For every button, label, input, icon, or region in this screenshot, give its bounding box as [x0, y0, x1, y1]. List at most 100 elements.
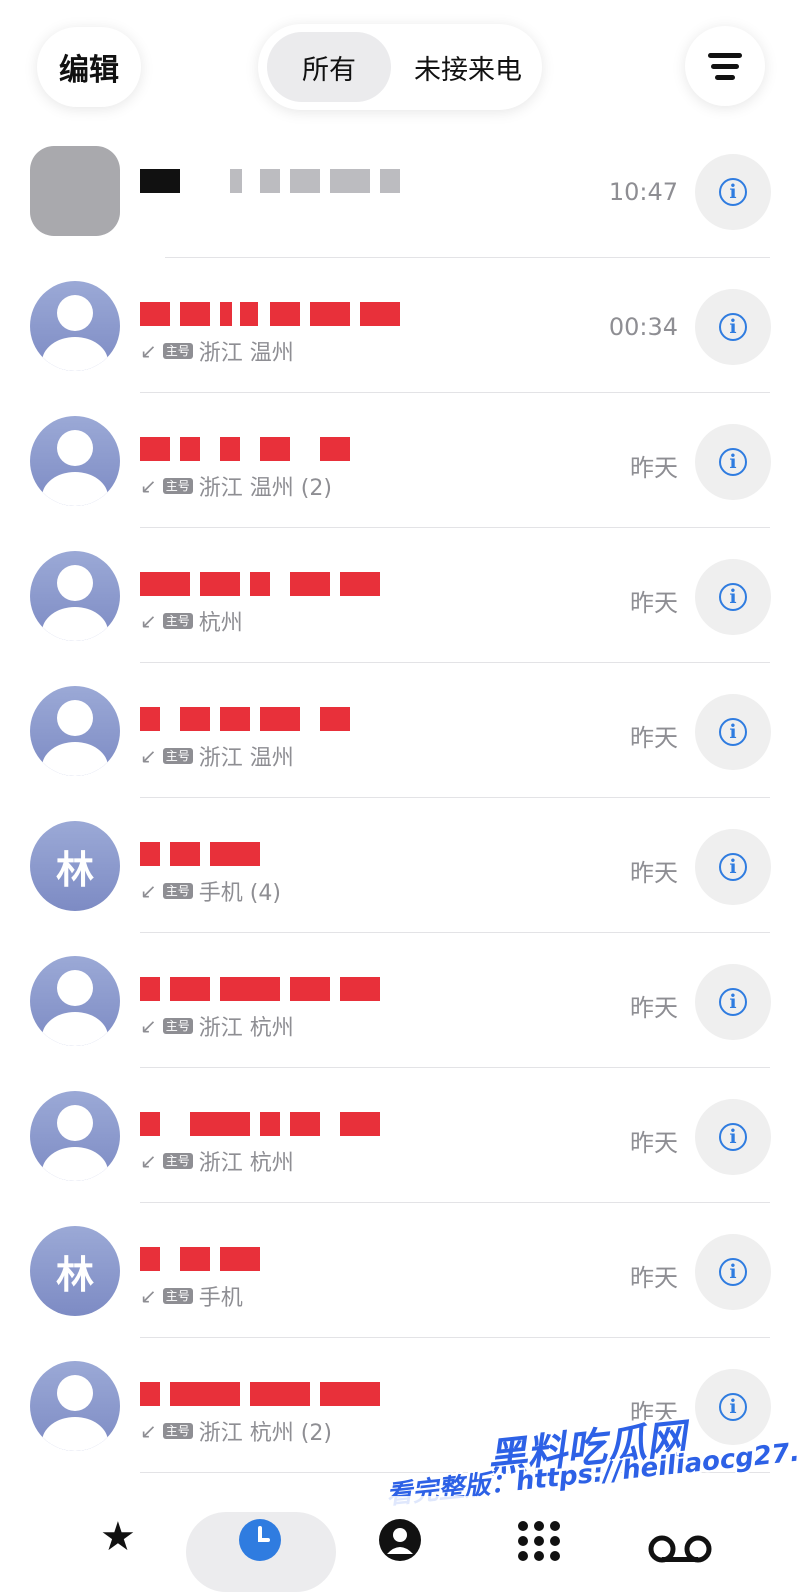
tab-contacts[interactable] [378, 1518, 422, 1572]
caller-name-redacted [140, 166, 400, 196]
filter-icon-line [715, 74, 735, 80]
call-detail: ↙ 主号 浙江 温州 (2) [140, 470, 332, 502]
info-button[interactable]: i [695, 289, 771, 365]
avatar-head-shape [57, 295, 93, 331]
call-location: 手机 [198, 1286, 243, 1311]
row-divider [140, 1202, 770, 1203]
call-location: 手机 (4) [198, 881, 281, 906]
avatar-body-shape [42, 607, 108, 641]
call-row[interactable]: ↙ 主号 浙江 温州 (2) 昨天 i [0, 394, 800, 528]
info-button[interactable]: i [695, 154, 771, 230]
info-button[interactable]: i [695, 424, 771, 500]
incoming-call-icon: ↙ [140, 474, 157, 498]
avatar-initial: 林 [55, 1252, 94, 1297]
call-time: 昨天 [630, 724, 678, 752]
incoming-call-icon: ↙ [140, 609, 157, 633]
call-time: 昨天 [630, 1129, 678, 1157]
info-button[interactable]: i [695, 1234, 771, 1310]
avatar [30, 416, 120, 506]
avatar-body-shape [42, 1012, 108, 1046]
call-row[interactable]: 10:47 i [0, 124, 800, 258]
info-button[interactable]: i [695, 1099, 771, 1175]
incoming-call-icon: ↙ [140, 879, 157, 903]
info-icon: i [719, 448, 747, 476]
incoming-call-icon: ↙ [140, 744, 157, 768]
call-row[interactable]: ↙ 主号 杭州 昨天 i [0, 529, 800, 663]
row-divider [140, 797, 770, 798]
call-time: 00:34 [608, 313, 678, 341]
info-button[interactable]: i [695, 964, 771, 1040]
caller-name-redacted [140, 704, 400, 734]
info-button[interactable]: i [695, 559, 771, 635]
sim-badge: 主号 [162, 478, 193, 494]
info-icon: i [719, 988, 747, 1016]
avatar-head-shape [57, 970, 93, 1006]
info-button[interactable]: i [695, 829, 771, 905]
info-icon: i [719, 178, 747, 206]
row-divider [165, 257, 770, 258]
row-divider [140, 1337, 770, 1338]
info-button[interactable]: i [695, 694, 771, 770]
call-time: 昨天 [630, 589, 678, 617]
row-divider [140, 1067, 770, 1068]
avatar-head-shape [57, 565, 93, 601]
avatar [30, 1091, 120, 1181]
call-location: 浙江 杭州 [198, 1016, 294, 1041]
avatar-body-shape [42, 1147, 108, 1181]
incoming-call-icon: ↙ [140, 1149, 157, 1173]
caller-name-redacted [140, 1379, 400, 1409]
call-detail: ↙ 主号 杭州 [140, 605, 243, 637]
tab-voicemail[interactable] [648, 1528, 712, 1574]
call-row[interactable]: ↙ 主号 浙江 温州 00:34 i [0, 259, 800, 393]
call-row[interactable]: ↙ 主号 浙江 杭州 昨天 i [0, 934, 800, 1068]
incoming-call-icon: ↙ [140, 1014, 157, 1038]
call-time: 昨天 [630, 454, 678, 482]
filter-icon [708, 52, 742, 58]
tab-recents[interactable] [238, 1518, 282, 1572]
info-icon: i [719, 718, 747, 746]
sim-badge: 主号 [162, 1288, 193, 1304]
call-location: 浙江 温州 (2) [198, 476, 332, 501]
avatar: 林 [30, 821, 120, 911]
info-button[interactable]: i [695, 1369, 771, 1445]
info-icon: i [719, 583, 747, 611]
info-icon: i [719, 313, 747, 341]
keypad-icon [518, 1521, 560, 1561]
row-divider [140, 662, 770, 663]
call-detail: ↙ 主号 浙江 杭州 [140, 1010, 294, 1042]
incoming-call-icon: ↙ [140, 1419, 157, 1443]
edit-button[interactable]: 编辑 [37, 27, 141, 107]
tab-bar: ★ [0, 1496, 800, 1592]
avatar-initial: 林 [55, 847, 94, 892]
sim-badge: 主号 [162, 883, 193, 899]
filter-icon-line [711, 63, 739, 69]
call-location: 浙江 杭州 (2) [198, 1421, 332, 1446]
sim-badge: 主号 [162, 1153, 193, 1169]
row-divider [140, 527, 770, 528]
caller-name-redacted [140, 569, 400, 599]
call-location: 浙江 温州 [198, 746, 294, 771]
call-row[interactable]: 林 ↙ 主号 手机 昨天 i [0, 1204, 800, 1338]
star-icon: ★ [100, 1514, 136, 1560]
avatar [30, 686, 120, 776]
incoming-call-icon: ↙ [140, 1284, 157, 1308]
avatar-body-shape [42, 742, 108, 776]
call-detail: ↙ 主号 浙江 杭州 [140, 1145, 294, 1177]
call-row[interactable]: ↙ 主号 浙江 杭州 昨天 i [0, 1069, 800, 1203]
call-time: 昨天 [630, 859, 678, 887]
call-row[interactable]: 林 ↙ 主号 手机 (4) 昨天 i [0, 799, 800, 933]
call-row[interactable]: ↙ 主号 浙江 温州 昨天 i [0, 664, 800, 798]
avatar [30, 956, 120, 1046]
call-location: 杭州 [198, 611, 243, 636]
call-time: 昨天 [630, 994, 678, 1022]
sim-badge: 主号 [162, 343, 193, 359]
segment-missed[interactable]: 未接来电 [400, 32, 536, 102]
header: 编辑 所有 未接来电 [0, 0, 800, 140]
call-detail: ↙ 主号 手机 [140, 1280, 243, 1312]
avatar: 林 [30, 1226, 120, 1316]
filter-button[interactable] [685, 26, 765, 106]
incoming-call-icon: ↙ [140, 339, 157, 363]
caller-name-redacted [140, 839, 400, 869]
segment-all[interactable]: 所有 [267, 32, 391, 102]
tab-favorites[interactable]: ★ [100, 1514, 136, 1560]
